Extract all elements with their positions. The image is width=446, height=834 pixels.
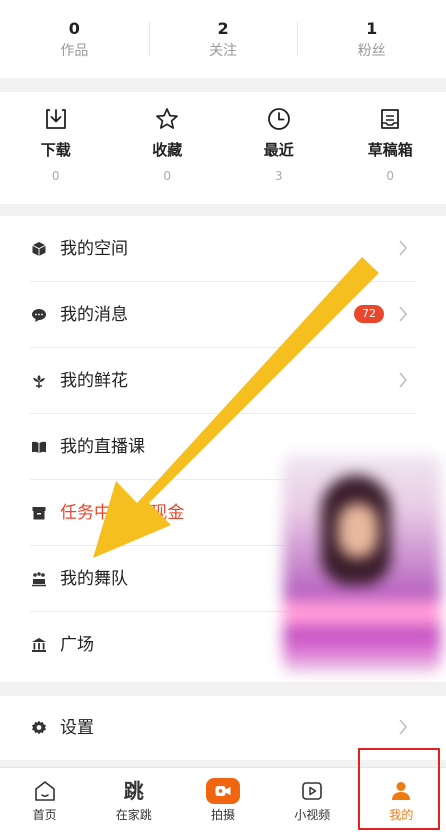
tiao-text-icon: 跳	[121, 778, 147, 804]
clock-icon	[266, 106, 292, 132]
nav-label: 拍摄	[211, 808, 235, 822]
quick-count: 0	[386, 169, 394, 183]
nav-short-video[interactable]: 小视频	[268, 768, 357, 834]
stat-label: 作品	[60, 42, 88, 60]
quick-count: 3	[275, 169, 283, 183]
menu-label: 任务中心 领现金	[60, 502, 184, 524]
menu-my-messages[interactable]: 我的消息 72	[0, 282, 446, 348]
nav-home[interactable]: 首页	[0, 768, 89, 834]
task-box-icon	[31, 505, 47, 521]
play-icon	[299, 778, 325, 804]
nav-label: 首页	[33, 808, 57, 822]
ad-person-face	[338, 503, 378, 558]
unread-badge: 72	[354, 305, 384, 323]
menu-label: 我的消息	[60, 304, 128, 326]
quick-access-bar: 下载 0 收藏 0 最近 3 草稿箱 0	[0, 92, 446, 204]
menu-my-flowers[interactable]: 我的鲜花	[0, 348, 446, 414]
cube-icon	[31, 241, 47, 257]
nav-label: 小视频	[294, 808, 330, 822]
flower-icon	[31, 373, 47, 389]
chevron-right-icon	[398, 718, 408, 736]
star-icon	[154, 106, 180, 132]
person-icon	[388, 778, 414, 804]
quick-label: 草稿箱	[368, 140, 413, 160]
chat-bubble-icon	[31, 307, 47, 323]
chevron-right-icon	[398, 239, 408, 257]
nav-mine[interactable]: 我的	[357, 768, 446, 834]
stats-bar: 0 作品 2 关注 1 粉丝	[0, 0, 446, 78]
quick-drafts[interactable]: 草稿箱 0	[335, 92, 446, 204]
download-icon	[43, 106, 69, 132]
quick-recent[interactable]: 最近 3	[223, 92, 335, 204]
menu-label: 广场	[60, 634, 94, 656]
nav-shoot[interactable]: 拍摄	[178, 768, 267, 834]
menu-label: 我的舞队	[60, 568, 128, 590]
ad-banner	[283, 600, 441, 626]
stat-fans[interactable]: 1 粉丝	[297, 0, 446, 78]
quick-label: 最近	[264, 140, 294, 160]
stat-count: 0	[69, 20, 80, 38]
floating-ad-image[interactable]	[283, 455, 441, 673]
camera-icon	[206, 778, 240, 804]
quick-label: 下载	[41, 140, 71, 160]
plaza-icon	[31, 637, 47, 653]
settings-section: 设置	[0, 696, 446, 760]
menu-label: 我的空间	[60, 238, 128, 260]
bottom-nav: 首页 跳 在家跳 拍摄 小视频 我的	[0, 767, 446, 834]
dance-team-icon	[31, 571, 47, 587]
menu-label: 我的直播课	[60, 436, 145, 458]
stat-count: 2	[217, 20, 228, 38]
nav-dance-at-home[interactable]: 跳 在家跳	[89, 768, 178, 834]
chevron-right-icon	[398, 371, 408, 389]
nav-label: 我的	[389, 808, 413, 822]
menu-my-space[interactable]: 我的空间	[0, 216, 446, 282]
quick-favorites[interactable]: 收藏 0	[112, 92, 224, 204]
menu-settings[interactable]: 设置	[0, 696, 446, 762]
stat-count: 1	[366, 20, 377, 38]
quick-download[interactable]: 下载 0	[0, 92, 112, 204]
stat-works[interactable]: 0 作品	[0, 0, 149, 78]
quick-label: 收藏	[152, 140, 182, 160]
home-icon	[32, 778, 58, 804]
quick-count: 0	[52, 169, 60, 183]
quick-count: 0	[163, 169, 171, 183]
stat-label: 关注	[209, 42, 237, 60]
menu-label: 设置	[60, 717, 94, 739]
stat-label: 粉丝	[358, 42, 386, 60]
draft-icon	[377, 106, 403, 132]
book-icon	[31, 439, 47, 455]
stat-following[interactable]: 2 关注	[149, 0, 298, 78]
menu-label: 我的鲜花	[60, 370, 128, 392]
nav-label: 在家跳	[116, 808, 152, 822]
chevron-right-icon	[398, 305, 408, 323]
gear-icon	[31, 720, 47, 736]
